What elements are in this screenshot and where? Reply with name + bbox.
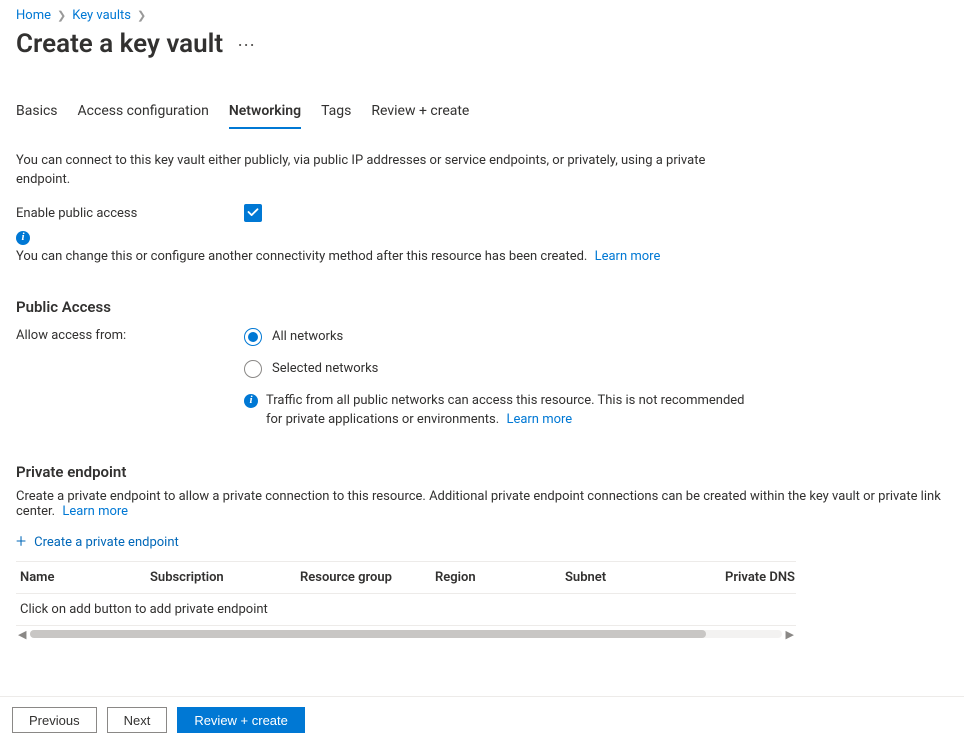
radio-selected-networks[interactable]: Selected networks — [244, 356, 948, 388]
enable-public-access-checkbox[interactable] — [244, 204, 262, 222]
col-subscription[interactable]: Subscription — [146, 562, 296, 594]
table-empty-message: Click on add button to add private endpo… — [16, 594, 796, 626]
previous-button[interactable]: Previous — [12, 707, 97, 733]
allow-access-from-label: Allow access from: — [16, 324, 244, 430]
chevron-right-icon: ❯ — [57, 9, 66, 22]
private-endpoint-heading: Private endpoint — [16, 463, 948, 481]
col-subnet[interactable]: Subnet — [561, 562, 721, 594]
networking-intro-text: You can connect to this key vault either… — [16, 152, 736, 190]
scroll-track[interactable] — [30, 630, 781, 638]
next-button[interactable]: Next — [107, 707, 168, 733]
radio-icon — [244, 360, 262, 378]
page-title: Create a key vault — [16, 29, 223, 59]
learn-more-link[interactable]: Learn more — [595, 249, 661, 264]
tab-tags[interactable]: Tags — [321, 97, 351, 129]
col-private-dns-zone[interactable]: Private DNS Zone — [721, 562, 796, 594]
learn-more-link[interactable]: Learn more — [62, 504, 128, 519]
breadcrumb: Home ❯ Key vaults ❯ — [16, 6, 948, 27]
radio-selected-networks-label: Selected networks — [272, 361, 378, 376]
breadcrumb-home[interactable]: Home — [16, 8, 51, 23]
info-icon: i — [16, 231, 30, 245]
radio-all-networks-label: All networks — [272, 329, 343, 344]
scroll-thumb[interactable] — [30, 630, 706, 638]
create-private-endpoint-label: Create a private endpoint — [34, 535, 179, 550]
col-name[interactable]: Name — [16, 562, 146, 594]
plus-icon: + — [16, 533, 26, 551]
learn-more-link[interactable]: Learn more — [506, 412, 572, 427]
private-endpoint-desc: Create a private endpoint to allow a pri… — [16, 489, 941, 519]
chevron-right-icon: ❯ — [137, 9, 146, 22]
info-icon: i — [244, 394, 258, 408]
create-private-endpoint-button[interactable]: + Create a private endpoint — [16, 533, 179, 551]
enable-public-access-help: You can change this or configure another… — [16, 249, 587, 264]
tab-access-configuration[interactable]: Access configuration — [78, 97, 209, 129]
col-region[interactable]: Region — [431, 562, 561, 594]
horizontal-scrollbar[interactable]: ◀ ▶ — [16, 626, 796, 642]
review-create-button[interactable]: Review + create — [177, 707, 305, 733]
radio-all-networks[interactable]: All networks — [244, 324, 948, 356]
breadcrumb-key-vaults[interactable]: Key vaults — [72, 8, 131, 23]
radio-icon — [244, 328, 262, 346]
table-row: Click on add button to add private endpo… — [16, 594, 796, 626]
private-endpoint-table: Name Subscription Resource group Region … — [16, 561, 796, 626]
scroll-right-icon[interactable]: ▶ — [784, 628, 796, 641]
tab-review-create[interactable]: Review + create — [371, 97, 469, 129]
public-access-heading: Public Access — [16, 298, 948, 316]
more-actions-icon[interactable]: ⋯ — [237, 33, 256, 55]
col-resource-group[interactable]: Resource group — [296, 562, 431, 594]
tab-networking[interactable]: Networking — [229, 97, 301, 129]
tabs: Basics Access configuration Networking T… — [16, 97, 948, 130]
enable-public-access-label: Enable public access — [16, 206, 244, 221]
scroll-left-icon[interactable]: ◀ — [16, 628, 28, 641]
tab-basics[interactable]: Basics — [16, 97, 58, 129]
wizard-footer: Previous Next Review + create — [0, 696, 964, 743]
